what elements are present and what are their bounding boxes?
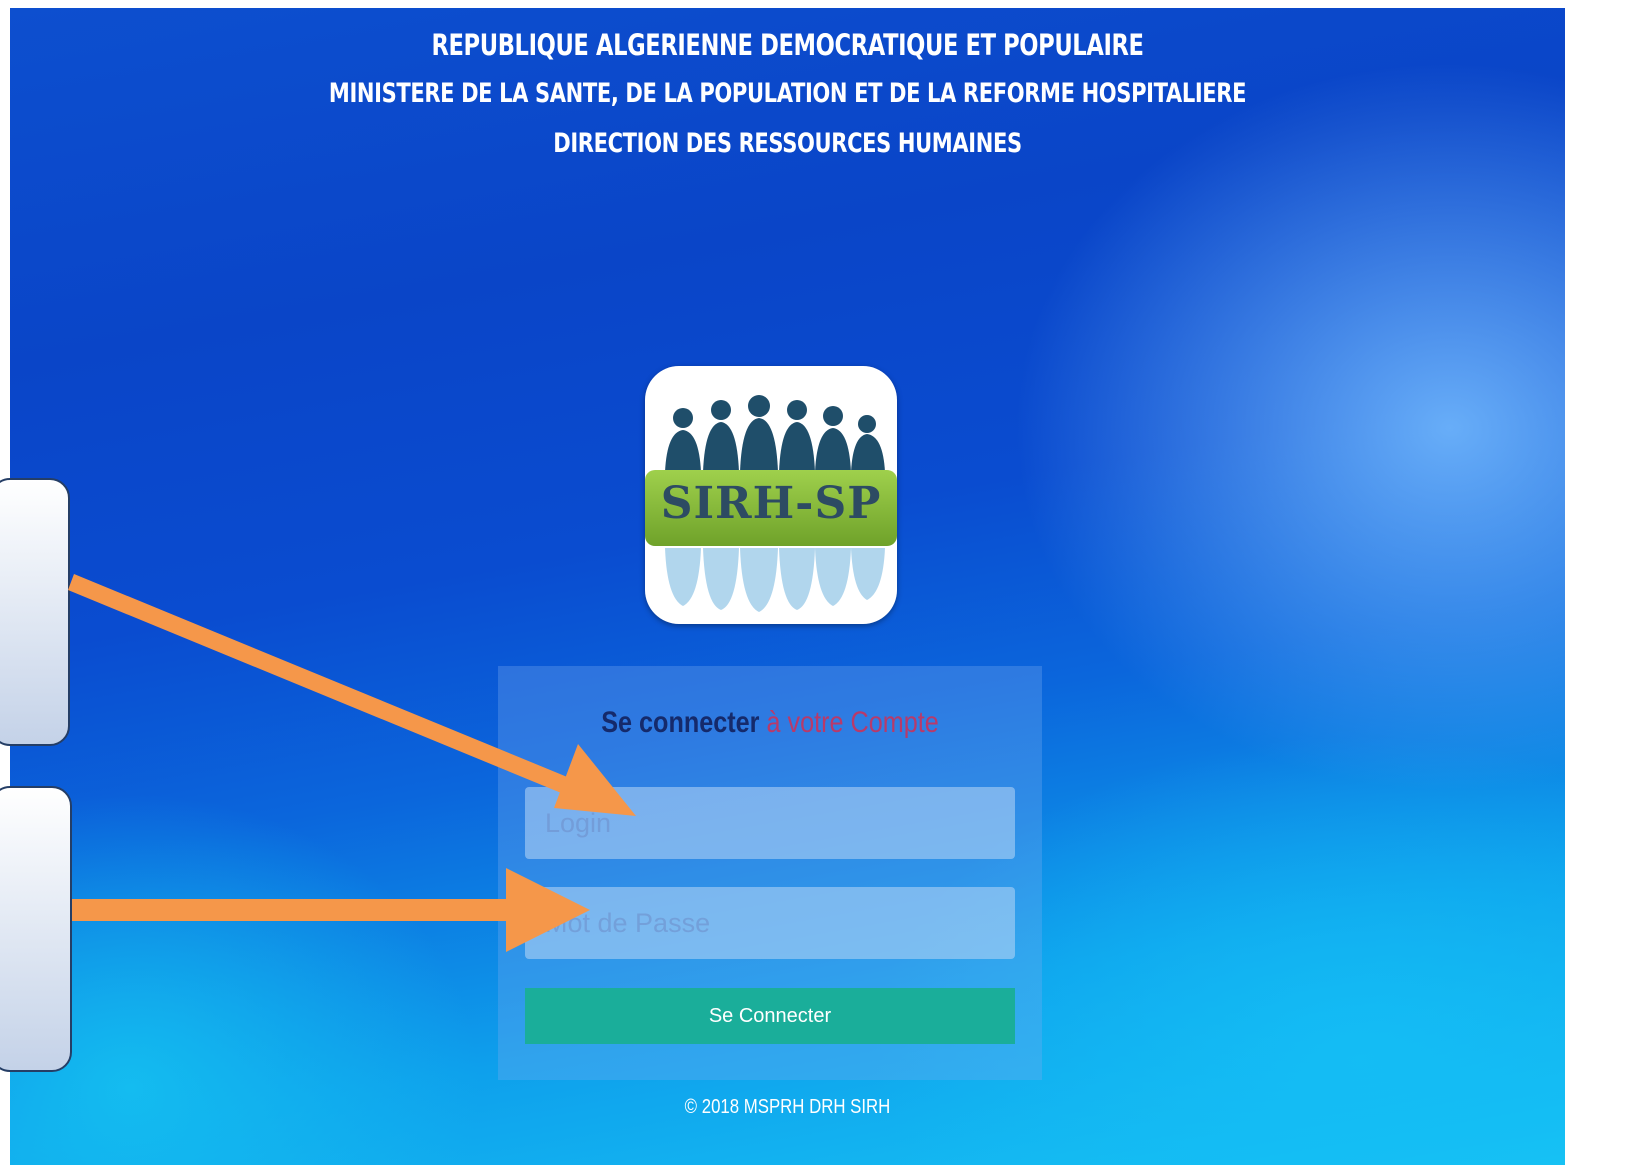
annotation-callout-password — [0, 786, 72, 1072]
login-title: Se connecter à votre Compte — [542, 706, 999, 740]
sirh-sp-logo: SIRH-SP — [645, 366, 897, 624]
logo-text: SIRH-SP — [660, 478, 882, 529]
login-page: REPUBLIQUE ALGERIENNE DEMOCRATIQUE ET PO… — [10, 8, 1565, 1165]
se-connecter-button[interactable]: Se Connecter — [525, 988, 1015, 1044]
password-input[interactable] — [525, 887, 1015, 959]
login-panel: Se connecter à votre Compte Se Connecter — [498, 666, 1042, 1080]
annotation-callout-login — [0, 478, 70, 746]
header-direction: DIRECTION DES RESSOURCES HUMAINES — [553, 128, 1022, 159]
copyright-footer: © 2018 MSPRH DRH SIRH — [684, 1096, 891, 1118]
header-republic: REPUBLIQUE ALGERIENNE DEMOCRATIQUE ET PO… — [431, 28, 1144, 62]
login-title-strong: Se connecter — [601, 706, 760, 739]
login-input[interactable] — [525, 787, 1015, 859]
header-ministry: MINISTERE DE LA SANTE, DE LA POPULATION … — [328, 78, 1247, 109]
login-title-soft: à votre Compte — [759, 706, 939, 739]
